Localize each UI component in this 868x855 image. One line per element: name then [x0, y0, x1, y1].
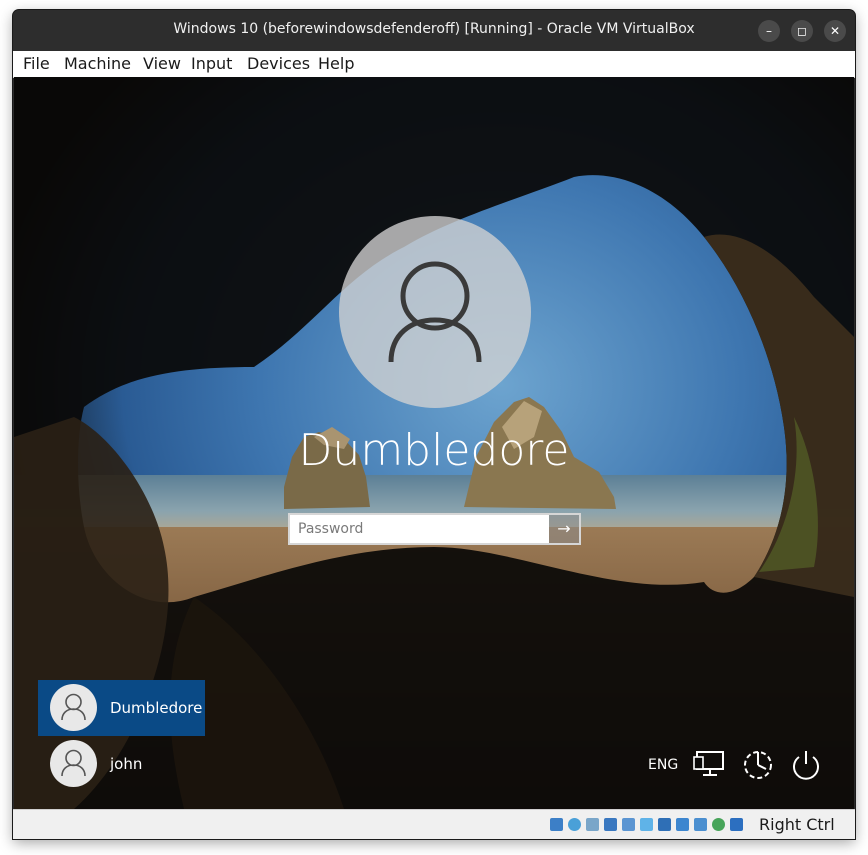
user-tile-label: Dumbledore [110, 699, 203, 717]
cpu-icon[interactable] [694, 818, 707, 831]
minimize-button[interactable]: – [758, 20, 780, 42]
vm-screen[interactable]: Dumbledore → Dumbledore john ENG [14, 77, 854, 809]
person-icon [61, 693, 86, 721]
mouse-integration-icon[interactable] [712, 818, 725, 831]
submit-arrow-button[interactable]: → [549, 515, 579, 543]
audio-icon[interactable] [586, 818, 599, 831]
menu-machine[interactable]: Machine [64, 54, 131, 73]
password-field-wrapper: → [288, 513, 581, 545]
menu-help[interactable]: Help [318, 54, 354, 73]
title-bar[interactable]: Windows 10 (beforewindowsdefenderoff) [R… [13, 10, 855, 51]
status-bar: Right Ctrl [13, 809, 855, 839]
user-avatar [50, 684, 97, 731]
user-tile-dumbledore[interactable]: Dumbledore [38, 680, 205, 736]
usb-icon[interactable] [622, 818, 635, 831]
user-tile-label: john [110, 755, 143, 773]
network-adapter-icon[interactable] [604, 818, 617, 831]
menu-bar: File Machine View Input Devices Help [13, 51, 855, 78]
menu-file[interactable]: File [23, 54, 50, 73]
keyboard-icon[interactable] [730, 818, 743, 831]
menu-input[interactable]: Input [191, 54, 232, 73]
password-input[interactable] [290, 515, 549, 543]
user-avatar-large [339, 216, 531, 408]
host-key-label: Right Ctrl [759, 815, 835, 834]
recording-icon[interactable] [676, 818, 689, 831]
close-button[interactable]: ✕ [824, 20, 846, 42]
virtualbox-window: Windows 10 (beforewindowsdefenderoff) [R… [13, 10, 855, 839]
display-icon[interactable] [658, 818, 671, 831]
person-icon [388, 261, 482, 363]
power-icon[interactable] [789, 747, 823, 781]
user-avatar [50, 740, 97, 787]
menu-devices[interactable]: Devices [247, 54, 310, 73]
person-icon [61, 749, 86, 777]
maximize-button[interactable]: ◻ [791, 20, 813, 42]
shared-folders-icon[interactable] [640, 818, 653, 831]
login-username: Dumbledore [298, 425, 570, 476]
menu-view[interactable]: View [143, 54, 181, 73]
language-indicator[interactable]: ENG [648, 757, 678, 773]
hard-disk-icon[interactable] [550, 818, 563, 831]
ease-of-access-icon[interactable] [741, 747, 775, 781]
window-title: Windows 10 (beforewindowsdefenderoff) [R… [173, 21, 695, 37]
network-icon[interactable] [693, 747, 727, 781]
optical-drive-icon[interactable] [568, 818, 581, 831]
user-tile-john[interactable]: john [38, 736, 205, 792]
